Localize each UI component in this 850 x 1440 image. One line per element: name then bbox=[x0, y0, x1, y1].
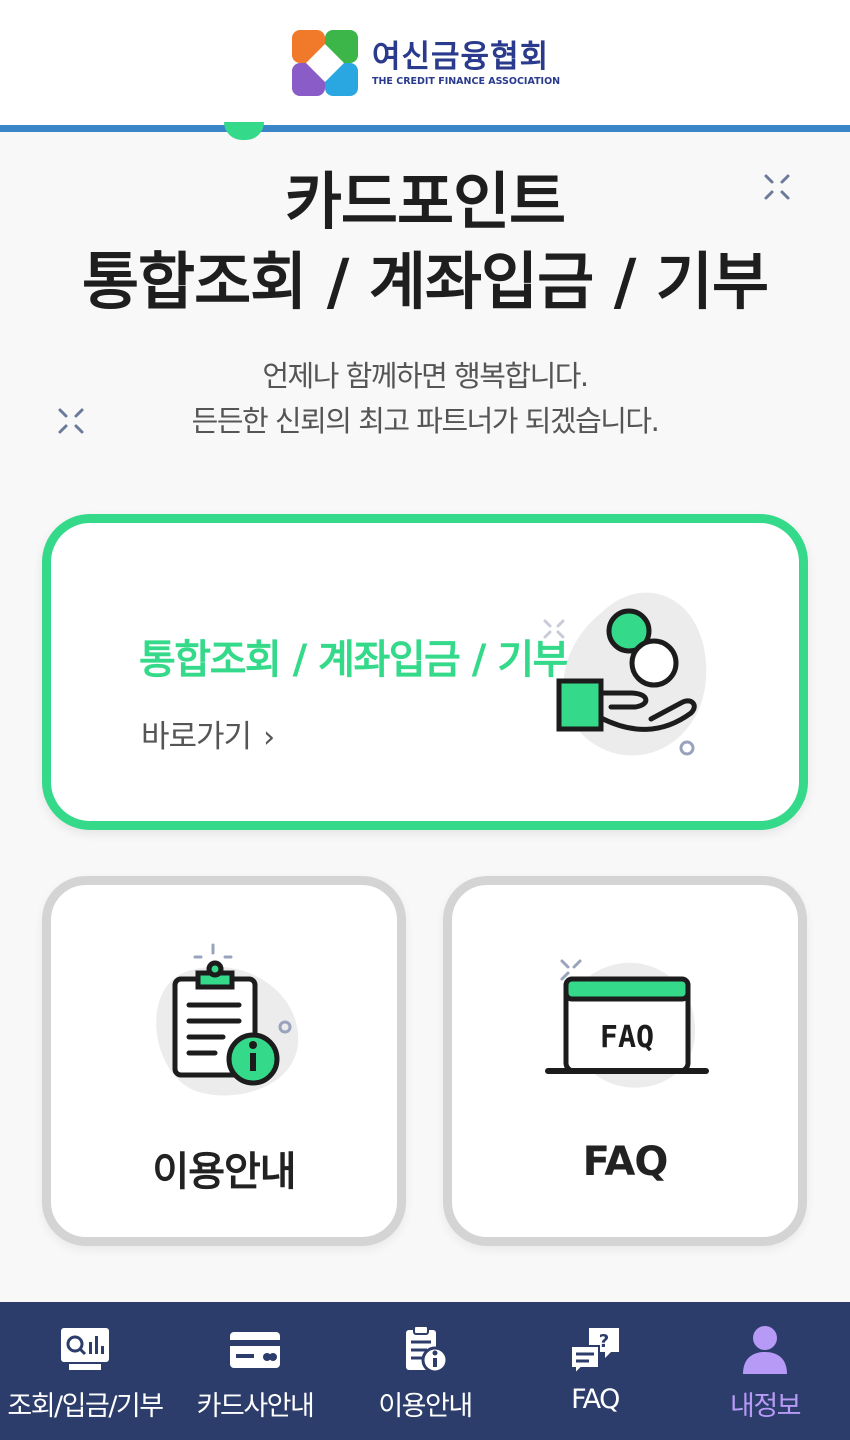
shortcut-label: 바로가기 bbox=[141, 719, 252, 755]
header-accent-dot bbox=[224, 122, 264, 140]
association-logo[interactable]: 여신금융협회 THE CREDIT FINANCE ASSOCIATION bbox=[292, 30, 560, 96]
nav-item-my-info[interactable]: 내정보 bbox=[680, 1302, 850, 1440]
nav-label: 이용안내 bbox=[378, 1391, 473, 1422]
usage-guide-label: 이용안내 bbox=[152, 1149, 296, 1195]
nav-label: 조회/입금/기부 bbox=[7, 1391, 164, 1422]
monitor-chart-icon bbox=[61, 1328, 109, 1370]
nav-label: FAQ bbox=[571, 1384, 620, 1415]
credit-card-icon bbox=[230, 1332, 280, 1368]
bottom-navigation: 조회/입금/기부 카드사안내 이용안내 ? FAQ 내정보 bbox=[0, 1302, 850, 1440]
clipboard-info-icon bbox=[406, 1325, 449, 1374]
page-title-line2: 통합조회 / 계좌입금 / 기부 bbox=[81, 245, 769, 318]
main-card-title: 통합조회 / 계좌입금 / 기부 bbox=[139, 637, 569, 683]
faq-window-icon: FAQ bbox=[545, 959, 709, 1088]
nav-item-usage-guide[interactable]: 이용안내 bbox=[340, 1302, 510, 1440]
nav-item-faq[interactable]: ? FAQ bbox=[510, 1302, 680, 1440]
sparkle-icon bbox=[58, 408, 84, 434]
inquiry-deposit-donation-card[interactable]: 통합조회 / 계좌입금 / 기부 바로가기 › bbox=[42, 514, 808, 830]
sparkle-icon bbox=[764, 174, 790, 200]
chevron-right-icon: › bbox=[263, 720, 275, 755]
page-title: 카드포인트 통합조회 / 계좌입금 / 기부 bbox=[0, 162, 850, 322]
subtitle-line2: 든든한 신뢰의 최고 파트너가 되겠습니다. bbox=[191, 404, 660, 438]
shortcut-link[interactable]: 바로가기 › bbox=[141, 711, 275, 756]
usage-guide-card[interactable]: 이용안내 bbox=[42, 876, 406, 1246]
faq-icon-text: FAQ bbox=[600, 1020, 654, 1055]
clipboard-info-icon bbox=[156, 943, 299, 1096]
nav-item-card-companies[interactable]: 카드사안내 bbox=[170, 1302, 340, 1440]
nav-item-inquiry[interactable]: 조회/입금/기부 bbox=[0, 1302, 170, 1440]
nav-label: 카드사안내 bbox=[196, 1391, 315, 1422]
subtitle-line1: 언제나 함께하면 행복합니다. bbox=[262, 359, 589, 393]
logo-korean-text: 여신금융협회 bbox=[372, 39, 550, 75]
svg-text:?: ? bbox=[599, 1331, 609, 1352]
logo-mark-icon bbox=[292, 30, 358, 96]
faq-bubble-icon: ? bbox=[570, 1328, 619, 1376]
page-subtitle: 언제나 함께하면 행복합니다. 든든한 신뢰의 최고 파트너가 되겠습니다. bbox=[0, 354, 850, 444]
faq-label: FAQ bbox=[582, 1139, 669, 1185]
user-icon bbox=[743, 1326, 787, 1374]
nav-label: 내정보 bbox=[729, 1391, 802, 1422]
faq-card[interactable]: FAQ FAQ bbox=[443, 876, 807, 1246]
logo-english-text: THE CREDIT FINANCE ASSOCIATION bbox=[372, 76, 561, 87]
hand-coins-icon bbox=[543, 592, 707, 756]
header-divider bbox=[0, 125, 850, 132]
page-title-line1: 카드포인트 bbox=[284, 165, 566, 238]
app-header: 여신금융협회 THE CREDIT FINANCE ASSOCIATION bbox=[0, 0, 850, 125]
